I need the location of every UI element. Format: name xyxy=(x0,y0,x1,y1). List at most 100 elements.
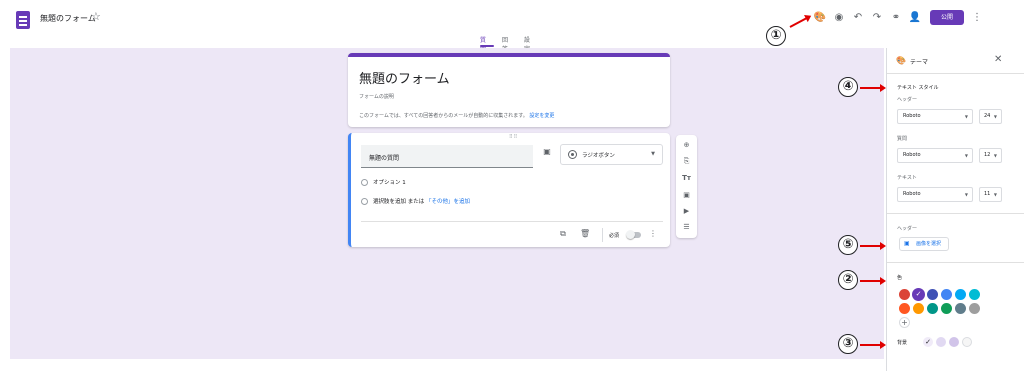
color-swatch[interactable] xyxy=(955,303,966,314)
select-image-label: 画像を選択 xyxy=(916,241,942,247)
add-image-icon[interactable]: ▣ xyxy=(680,189,693,202)
question-type-label: ラジオボタン xyxy=(582,153,615,159)
color-swatch[interactable] xyxy=(969,289,980,300)
delete-icon[interactable]: 🗑 xyxy=(580,229,590,238)
form-description[interactable]: フォームの説明 xyxy=(359,93,394,100)
floating-toolbar: ⊕ ⎘ Tт ▣ ▶ ☰ xyxy=(676,135,697,238)
background-swatch[interactable] xyxy=(962,337,972,347)
radio-button-icon xyxy=(568,150,577,159)
question-size-select[interactable]: 12 ▼ xyxy=(979,148,1002,163)
color-swatch[interactable] xyxy=(927,289,938,300)
undo-icon[interactable]: ↶ xyxy=(850,10,866,26)
color-label: 色 xyxy=(897,275,903,281)
callout-3: ③ xyxy=(838,334,858,354)
color-swatch[interactable] xyxy=(913,303,924,314)
background-swatch[interactable] xyxy=(949,337,959,347)
forms-editor: 無題のフォーム ☆ 🎨 ◉ ↶ ↷ ⚭ 👤 公開 ⋮ 質問 回答 設定 無題のフ… xyxy=(0,0,1024,371)
color-swatch[interactable] xyxy=(941,289,952,300)
header-size-value: 24 xyxy=(984,113,991,119)
close-icon[interactable]: ✕ xyxy=(994,54,1002,65)
eye-icon[interactable]: ◉ xyxy=(831,10,847,26)
palette-icon[interactable]: 🎨 xyxy=(812,10,828,26)
text-font-value: Roboto xyxy=(903,191,921,197)
background-swatch[interactable]: ✓ xyxy=(923,337,933,347)
chevron-down-icon: ▼ xyxy=(964,114,968,119)
select-image-button[interactable]: ▣ 画像を選択 xyxy=(899,237,949,251)
question-type-select[interactable]: ラジオボタン ▼ xyxy=(560,144,663,165)
text-font-select[interactable]: Roboto ▼ xyxy=(897,187,973,202)
callout-5: ⑤ xyxy=(838,235,858,255)
form-title-card[interactable]: 無題のフォーム フォームの説明 このフォームでは、すべての回答者からのメールが自… xyxy=(348,53,670,127)
text-size-select[interactable]: 11 ▼ xyxy=(979,187,1002,202)
chevron-down-icon: ▼ xyxy=(993,153,997,158)
color-swatch[interactable] xyxy=(969,303,980,314)
add-collaborator-icon[interactable]: 👤 xyxy=(907,10,923,26)
more-options-icon[interactable]: ⋮ xyxy=(649,229,657,238)
star-icon[interactable]: ☆ xyxy=(91,10,101,23)
add-title-icon[interactable]: Tт xyxy=(680,172,693,185)
chevron-down-icon: ▼ xyxy=(964,153,968,158)
background-swatch[interactable] xyxy=(936,337,946,347)
change-settings-link[interactable]: 設定を変更 xyxy=(529,113,554,119)
question-title: 無題の質問 xyxy=(369,155,400,162)
top-bar: 無題のフォーム ☆ 🎨 ◉ ↶ ↷ ⚭ 👤 公開 ⋮ 質問 回答 設定 xyxy=(0,0,1024,53)
callout-arrow xyxy=(860,84,886,92)
import-questions-icon[interactable]: ⎘ xyxy=(680,155,693,168)
more-menu-icon[interactable]: ⋮ xyxy=(972,10,982,26)
question-style-label: 質問 xyxy=(897,136,908,142)
duplicate-icon[interactable]: ⧉ xyxy=(558,229,568,239)
drag-handle-icon[interactable]: ⠿⠿ xyxy=(509,134,518,140)
callout-1: ① xyxy=(766,26,786,46)
required-label: 必須 xyxy=(609,233,620,239)
color-swatch[interactable] xyxy=(941,303,952,314)
forms-logo-icon[interactable] xyxy=(16,11,30,29)
active-tab-indicator xyxy=(480,45,494,47)
color-swatch[interactable] xyxy=(955,289,966,300)
color-swatch[interactable] xyxy=(927,303,938,314)
form-title[interactable]: 無題のフォーム xyxy=(359,68,450,87)
callout-arrow xyxy=(860,242,886,250)
add-video-icon[interactable]: ▶ xyxy=(680,205,693,218)
divider xyxy=(887,262,1024,263)
callout-arrow xyxy=(860,277,886,285)
chevron-down-icon: ▼ xyxy=(964,192,968,197)
header-font-select[interactable]: Roboto ▼ xyxy=(897,109,973,124)
document-title[interactable]: 無題のフォーム xyxy=(40,13,96,24)
color-swatch[interactable] xyxy=(899,303,910,314)
header-size-select[interactable]: 24 ▼ xyxy=(979,109,1002,124)
add-image-icon[interactable]: ▣ xyxy=(541,147,553,161)
background-label: 背景 xyxy=(897,340,908,346)
header-image-label: ヘッダー xyxy=(897,226,918,232)
chevron-down-icon: ▼ xyxy=(993,114,997,119)
chevron-down-icon: ▼ xyxy=(651,151,655,157)
add-custom-color-button[interactable]: + xyxy=(899,317,910,328)
required-toggle[interactable] xyxy=(626,230,641,239)
divider xyxy=(887,73,1024,74)
or-text: または xyxy=(407,199,425,205)
question-card[interactable]: ⠿⠿ 無題の質問 ▣ ラジオボタン ▼ オプション 1 選択肢を追加 または 「… xyxy=(348,133,670,247)
option-label[interactable]: オプション 1 xyxy=(373,180,406,186)
color-swatch[interactable]: ✓ xyxy=(912,288,925,301)
question-title-field[interactable]: 無題の質問 xyxy=(361,145,533,168)
question-font-select[interactable]: Roboto ▼ xyxy=(897,148,973,163)
radio-icon xyxy=(361,179,368,186)
color-swatch[interactable] xyxy=(899,289,910,300)
divider xyxy=(361,221,663,222)
add-section-icon[interactable]: ☰ xyxy=(680,221,693,234)
divider xyxy=(887,213,1024,214)
text-style-sublabel: テキスト xyxy=(897,175,917,181)
option-row[interactable]: オプション 1 xyxy=(361,178,406,186)
header-font-value: Roboto xyxy=(903,113,921,119)
palette-icon: 🎨 xyxy=(896,56,906,65)
link-icon[interactable]: ⚭ xyxy=(888,10,904,26)
callout-4: ④ xyxy=(838,77,858,97)
add-question-icon[interactable]: ⊕ xyxy=(680,139,693,152)
question-size-value: 12 xyxy=(984,152,991,158)
add-option-link[interactable]: 選択肢を追加 xyxy=(373,199,406,205)
callout-arrow xyxy=(860,341,886,349)
redo-icon[interactable]: ↷ xyxy=(869,10,885,26)
publish-button[interactable]: 公開 xyxy=(930,10,964,25)
add-other-link[interactable]: 「その他」を追加 xyxy=(426,199,470,205)
theme-panel-title: テーマ xyxy=(910,59,929,66)
email-notice: このフォームでは、すべての回答者からのメールが自動的に収集されます。 設定を変更 xyxy=(359,112,554,119)
